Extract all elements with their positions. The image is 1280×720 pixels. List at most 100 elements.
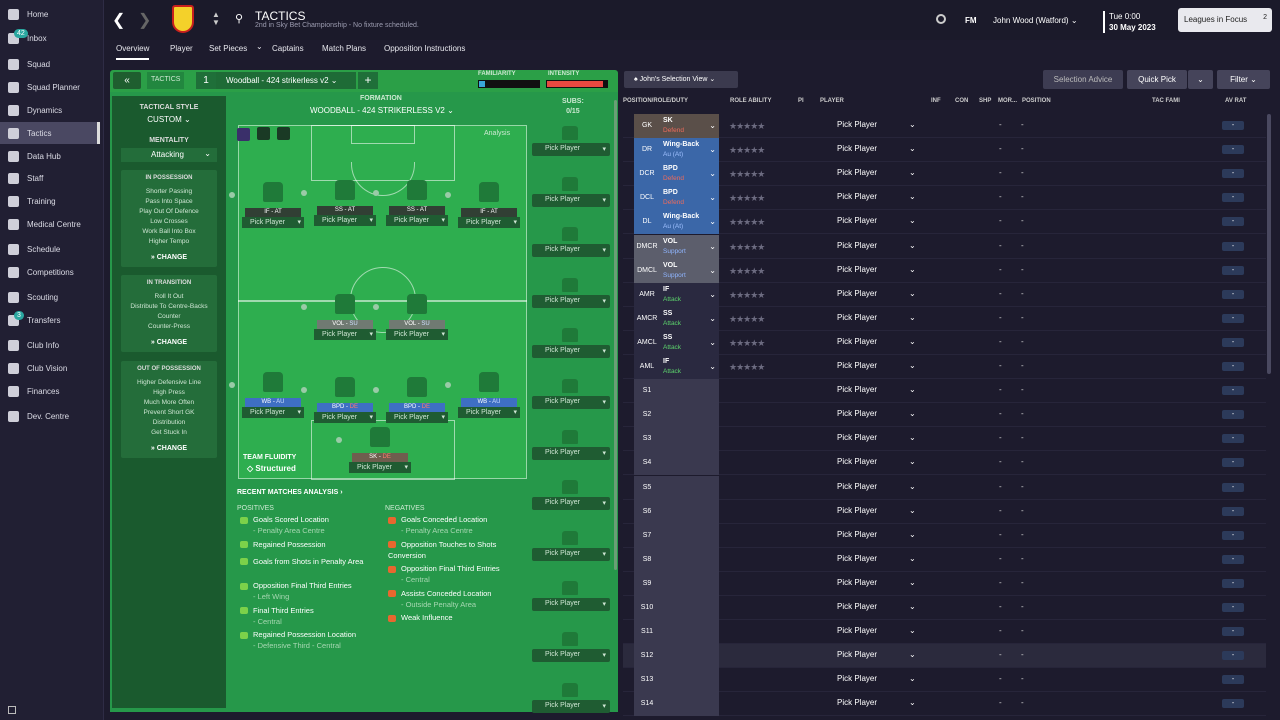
position-dot[interactable] bbox=[373, 304, 379, 310]
pick-player-chevron-icon[interactable]: ⌄ bbox=[909, 698, 916, 707]
role-duty-dropdown[interactable]: VOL Support ⌄ bbox=[660, 258, 719, 283]
table-row[interactable]: GK ★★★★★ SK Defend ⌄ Pick Player ⌄ - - - bbox=[623, 114, 1266, 138]
table-row[interactable]: S6 Pick Player ⌄ - - - bbox=[623, 499, 1266, 524]
pick-player-dropdown[interactable]: Pick Player ▾ bbox=[242, 217, 304, 228]
sub-pick-player-dropdown[interactable]: Pick Player ▾ bbox=[532, 446, 610, 460]
table-row[interactable]: AMCL ★★★★★ SS Attack ⌄ Pick Player ⌄ - - - bbox=[623, 330, 1266, 355]
globe-icon[interactable] bbox=[936, 14, 946, 24]
pick-player-chevron-icon[interactable]: ⌄ bbox=[909, 626, 916, 635]
tab-set-pieces[interactable]: Set Pieces bbox=[209, 44, 247, 53]
role-duty-dropdown[interactable]: Wing-Back Au (At) ⌄ bbox=[660, 138, 719, 163]
table-row[interactable]: S13 Pick Player ⌄ - - - bbox=[623, 668, 1266, 693]
analysis-toggle[interactable]: Analysis bbox=[484, 130, 510, 137]
column-header[interactable]: SHP bbox=[979, 98, 991, 104]
role-duty-dropdown[interactable]: IF Attack ⌄ bbox=[660, 282, 719, 307]
tactical-style-dropdown[interactable]: CUSTOM ⌄ bbox=[112, 115, 226, 124]
table-row[interactable]: DR ★★★★★ Wing-Back Au (At) ⌄ Pick Player ⌄ - - - bbox=[623, 138, 1266, 163]
pick-player-chevron-icon[interactable]: ⌄ bbox=[909, 674, 916, 683]
table-scrollbar[interactable] bbox=[1267, 114, 1271, 374]
sidebar-item-finances[interactable]: Finances bbox=[0, 380, 100, 402]
pick-player-chevron-icon[interactable]: ⌄ bbox=[909, 216, 916, 225]
sub-pick-player-dropdown[interactable]: Pick Player ▾ bbox=[532, 143, 610, 156]
tab-match-plans[interactable]: Match Plans bbox=[322, 44, 366, 53]
sidebar-item-medical-centre[interactable]: Medical Centre bbox=[0, 213, 100, 235]
position-dot[interactable] bbox=[229, 192, 235, 198]
pick-player-dropdown[interactable]: Pick Player ▾ bbox=[458, 217, 520, 228]
change-button[interactable]: » CHANGE bbox=[121, 254, 217, 261]
sidebar-item-scouting[interactable]: Scouting bbox=[0, 286, 100, 308]
sub-pick-player-dropdown[interactable]: Pick Player ▾ bbox=[532, 547, 610, 561]
sidebar-item-data-hub[interactable]: Data Hub bbox=[0, 145, 100, 167]
table-row[interactable]: DCR ★★★★★ BPD Defend ⌄ Pick Player ⌄ - - - bbox=[623, 162, 1266, 187]
fullscreen-icon[interactable] bbox=[8, 706, 16, 714]
table-row[interactable]: S11 Pick Player ⌄ - - - bbox=[623, 620, 1266, 645]
table-row[interactable]: S2 Pick Player ⌄ - - - bbox=[623, 403, 1266, 428]
pick-player-dropdown[interactable]: Pick Player ▾ bbox=[386, 215, 448, 226]
collapse-button[interactable]: « bbox=[113, 72, 141, 89]
table-row[interactable]: S7 Pick Player ⌄ - - - bbox=[623, 523, 1266, 548]
pick-player-dropdown[interactable]: Pick Player ▾ bbox=[314, 412, 376, 423]
sub-pick-player-dropdown[interactable]: Pick Player ▾ bbox=[532, 244, 610, 258]
tactic-slot-number[interactable]: 1 bbox=[196, 72, 216, 89]
tab-player[interactable]: Player bbox=[170, 44, 193, 53]
pick-player-dropdown[interactable]: Pick Player ▾ bbox=[314, 329, 376, 340]
table-row[interactable]: AMR ★★★★★ IF Attack ⌄ Pick Player ⌄ - - - bbox=[623, 282, 1266, 307]
pick-player-chevron-icon[interactable]: ⌄ bbox=[909, 120, 916, 129]
position-dot[interactable] bbox=[373, 190, 379, 196]
pick-player-chevron-icon[interactable]: ⌄ bbox=[909, 385, 916, 394]
pick-player-chevron-icon[interactable]: ⌄ bbox=[909, 192, 916, 201]
quick-pick-chevron-icon[interactable]: ⌄ bbox=[1188, 70, 1213, 89]
column-header[interactable]: TAC FAMI bbox=[1152, 98, 1180, 104]
sidebar-item-club-vision[interactable]: Club Vision bbox=[0, 357, 100, 379]
forward-arrow-icon[interactable]: ❯ bbox=[138, 10, 151, 30]
table-row[interactable]: S5 Pick Player ⌄ - - - bbox=[623, 475, 1266, 500]
back-arrow-icon[interactable]: ❮ bbox=[112, 10, 125, 30]
panel-scrollbar[interactable] bbox=[614, 100, 617, 570]
pick-player-chevron-icon[interactable]: ⌄ bbox=[909, 578, 916, 587]
table-row[interactable]: DL ★★★★★ Wing-Back Au (At) ⌄ Pick Player ⌄ - - - bbox=[623, 210, 1266, 235]
pick-player-dropdown[interactable]: Pick Player ▾ bbox=[386, 329, 448, 340]
recent-matches-analysis-link[interactable]: RECENT MATCHES ANALYSIS › bbox=[237, 489, 343, 496]
up-down-icon[interactable]: ▲ ▼ bbox=[212, 11, 220, 27]
position-dot[interactable] bbox=[229, 382, 235, 388]
role-duty-dropdown[interactable]: IF Attack ⌄ bbox=[660, 355, 719, 379]
role-duty-dropdown[interactable]: VOL Support ⌄ bbox=[660, 234, 719, 259]
sidebar-item-staff[interactable]: Staff bbox=[0, 167, 100, 189]
pick-player-chevron-icon[interactable]: ⌄ bbox=[909, 265, 916, 274]
column-header[interactable]: PI bbox=[798, 98, 804, 104]
pick-player-chevron-icon[interactable]: ⌄ bbox=[909, 602, 916, 611]
table-row[interactable]: AML ★★★★★ IF Attack ⌄ Pick Player ⌄ - - - bbox=[623, 355, 1266, 379]
table-row[interactable]: S4 Pick Player ⌄ - - - bbox=[623, 451, 1266, 476]
pick-player-chevron-icon[interactable]: ⌄ bbox=[909, 168, 916, 177]
sidebar-item-competitions[interactable]: Competitions bbox=[0, 261, 100, 283]
tab-opposition-instructions[interactable]: Opposition Instructions bbox=[384, 44, 465, 53]
fm-logo[interactable]: FM bbox=[965, 16, 977, 25]
pick-player-chevron-icon[interactable]: ⌄ bbox=[909, 409, 916, 418]
bar-chart-icon[interactable] bbox=[257, 127, 270, 140]
position-dot[interactable] bbox=[301, 304, 307, 310]
sidebar-item-schedule[interactable]: Schedule bbox=[0, 238, 100, 260]
table-row[interactable]: AMCR ★★★★★ SS Attack ⌄ Pick Player ⌄ - - - bbox=[623, 306, 1266, 331]
position-dot[interactable] bbox=[445, 382, 451, 388]
table-row[interactable]: DMCL ★★★★★ VOL Support ⌄ Pick Player ⌄ - - - bbox=[623, 258, 1266, 283]
pitch-player-slot[interactable]: WB - AU Pick Player ▾ bbox=[242, 398, 304, 418]
position-dot[interactable] bbox=[301, 190, 307, 196]
quick-pick-button[interactable]: Quick Pick bbox=[1127, 70, 1187, 89]
formation-dropdown[interactable]: WOODBALL - 424 STRIKERLESS V2 ⌄ bbox=[310, 106, 454, 115]
pick-player-chevron-icon[interactable]: ⌄ bbox=[909, 289, 916, 298]
pick-player-chevron-icon[interactable]: ⌄ bbox=[909, 337, 916, 346]
sub-pick-player-dropdown[interactable]: Pick Player ▾ bbox=[532, 699, 610, 713]
change-button[interactable]: » CHANGE bbox=[121, 445, 217, 452]
pitch-player-slot[interactable]: SS - AT Pick Player ▾ bbox=[386, 206, 448, 226]
column-header[interactable]: POSITION bbox=[1022, 98, 1051, 104]
mentality-dropdown[interactable]: Attacking ⌄ bbox=[121, 148, 217, 162]
column-header[interactable]: POSITION/ROLE/DUTY bbox=[623, 98, 688, 104]
role-duty-dropdown[interactable]: SK Defend ⌄ bbox=[660, 114, 719, 138]
pitch-player-slot[interactable]: VOL - SU Pick Player ▾ bbox=[386, 320, 448, 340]
change-button[interactable]: » CHANGE bbox=[121, 339, 217, 346]
role-duty-dropdown[interactable]: SS Attack ⌄ bbox=[660, 306, 719, 331]
role-duty-dropdown[interactable]: SS Attack ⌄ bbox=[660, 330, 719, 355]
tactic-name-dropdown[interactable]: Woodball - 424 strikerless v2 ⌄ bbox=[216, 72, 356, 89]
column-header[interactable]: CON bbox=[955, 98, 968, 104]
pitch-player-slot[interactable]: BPD - DE Pick Player ▾ bbox=[386, 403, 448, 423]
